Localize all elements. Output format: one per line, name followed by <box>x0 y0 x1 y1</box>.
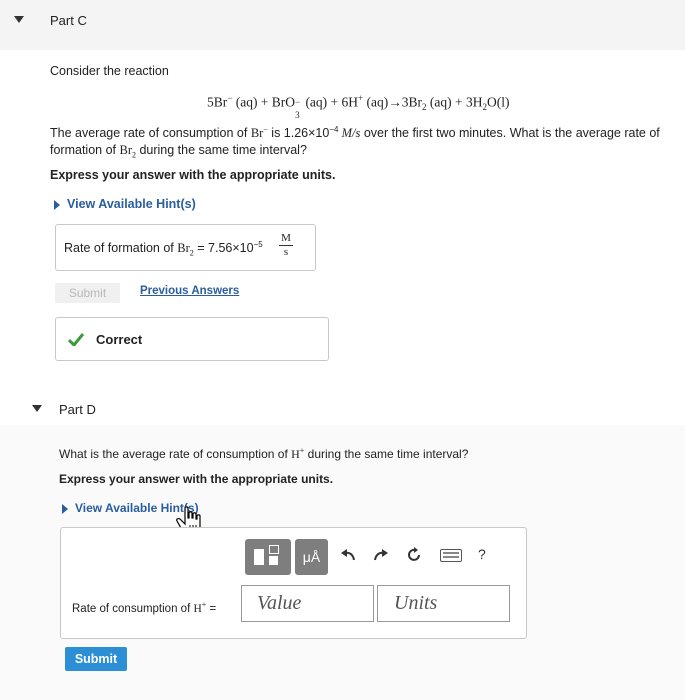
express-instructions: Express your answer with the appropriate… <box>59 472 334 486</box>
templates-button[interactable] <box>245 539 291 575</box>
reset-icon[interactable] <box>406 547 422 563</box>
units-input[interactable]: Units <box>377 585 510 622</box>
part-d-title: Part D <box>59 402 96 417</box>
answer-unit-fraction: M s <box>279 232 293 259</box>
redo-icon[interactable] <box>373 548 389 562</box>
submit-button-disabled[interactable]: Submit <box>55 283 120 303</box>
expand-hint-icon[interactable] <box>62 504 68 514</box>
part-c-title: Part C <box>50 13 87 28</box>
collapse-caret-icon[interactable] <box>14 16 24 23</box>
view-hints-link[interactable]: View Available Hint(s) <box>67 197 196 211</box>
reaction-equation: 5Br− (aq) + BrO −3 (aq) + 6H+ (aq)→3Br2 (… <box>207 93 510 120</box>
part-c-header[interactable] <box>0 0 685 50</box>
checkmark-icon <box>68 333 84 346</box>
keyboard-icon[interactable] <box>440 549 462 562</box>
template-box-icon <box>269 545 279 554</box>
question-line-1: The average rate of consumption of Br− i… <box>50 125 660 141</box>
previous-answers-link[interactable]: Previous Answers <box>140 285 239 297</box>
help-button[interactable]: ? <box>478 546 486 562</box>
value-input[interactable]: Value <box>241 585 374 622</box>
units-symbol-button[interactable]: μÅ <box>295 539 328 575</box>
value-placeholder: Value <box>257 592 302 614</box>
expand-hint-icon[interactable] <box>54 200 60 210</box>
template-square-icon <box>269 556 278 565</box>
answer-display: Rate of formation of Br2 = 7.56×10−5 <box>64 240 263 258</box>
units-placeholder: Units <box>394 592 438 614</box>
part-d-question: What is the average rate of consumption … <box>59 446 469 461</box>
answer-input-area <box>60 527 527 639</box>
submit-button[interactable]: Submit <box>65 647 127 671</box>
collapse-caret-icon[interactable] <box>32 405 42 412</box>
correct-label: Correct <box>96 332 143 347</box>
undo-icon[interactable] <box>340 548 356 562</box>
question-line-2: formation of Br2 during the same time in… <box>50 143 307 160</box>
consider-text: Consider the reaction <box>50 64 169 78</box>
express-instructions: Express your answer with the appropriate… <box>50 168 336 182</box>
answer-input-label: Rate of consumption of H+ = <box>72 600 217 615</box>
template-block-icon <box>254 549 264 565</box>
